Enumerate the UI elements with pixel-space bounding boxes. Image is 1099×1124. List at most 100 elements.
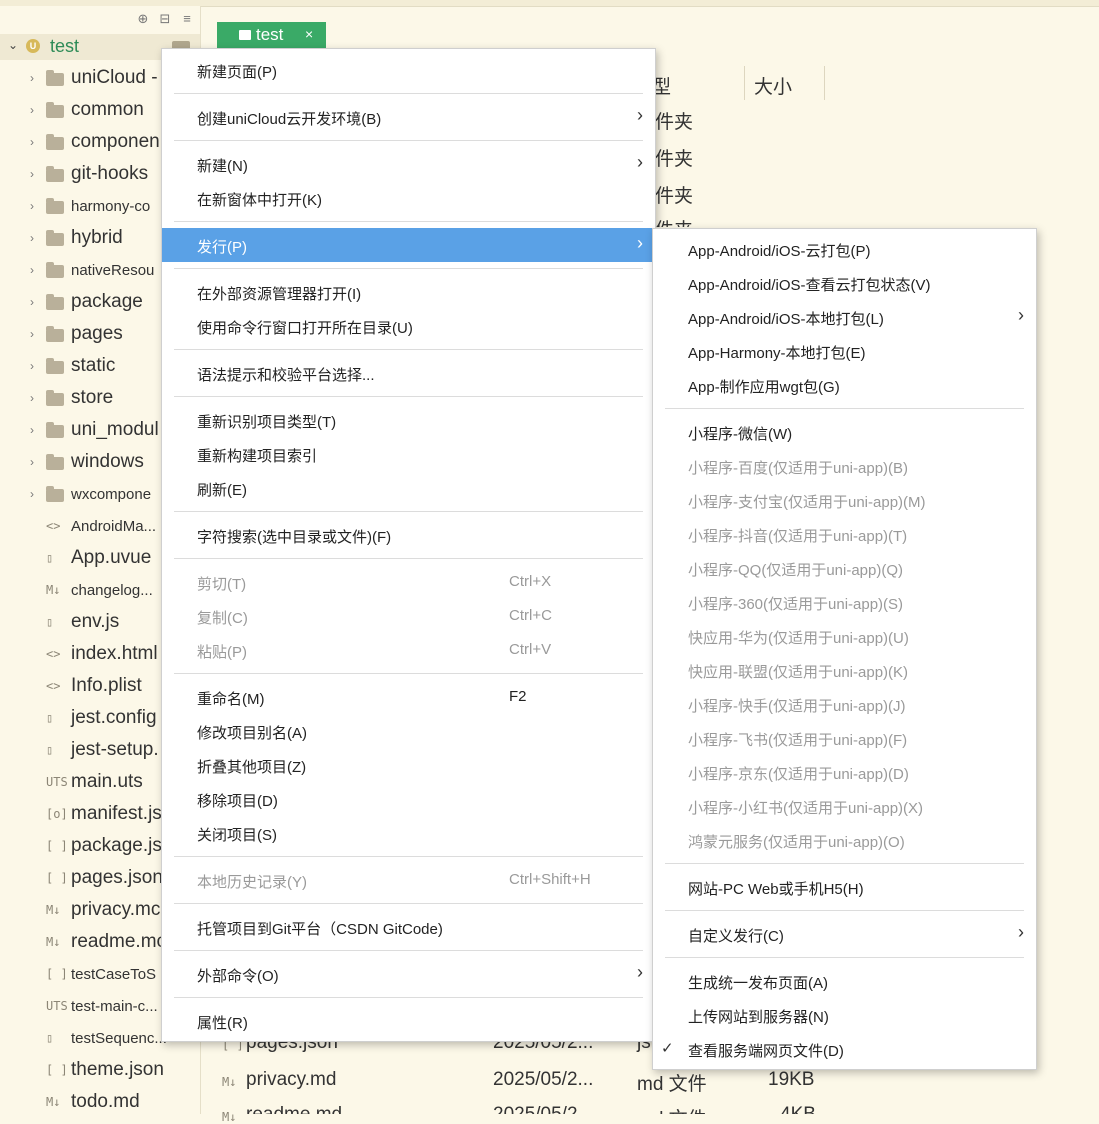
tab-test[interactable]: test × [217,22,326,48]
column-header-size[interactable]: 大小 [754,72,792,99]
chevron-down-icon[interactable]: ⌄ [8,38,18,52]
expand-all-icon[interactable]: ⊕ [136,11,150,29]
menu-item[interactable]: 新建(N) › [162,147,655,181]
file-icon: M↓ [46,935,61,949]
menu-separator [665,863,1024,864]
menu-item[interactable]: 小程序-京东(仅适用于uni-app)(D) [653,755,1036,789]
menu-separator [174,950,643,951]
menu-item[interactable]: 鸿蒙元服务(仅适用于uni-app)(O) [653,823,1036,857]
menu-icon[interactable]: ≡ [180,11,194,29]
chevron-right-icon[interactable]: › [30,71,34,85]
menu-item[interactable]: 粘贴(P) Ctrl+V [162,633,655,667]
menu-item-label: 修改项目别名(A) [197,725,307,742]
menu-item[interactable]: 关闭项目(S) [162,816,655,850]
menu-item[interactable]: 移除项目(D) [162,782,655,816]
menu-item[interactable]: 修改项目别名(A) [162,714,655,748]
menu-item[interactable]: 重新构建项目索引 [162,437,655,471]
chevron-right-icon[interactable]: › [30,135,34,149]
type-cell: 件夹 [655,149,694,170]
menu-item[interactable]: 托管项目到Git平台（CSDN GitCode) [162,910,655,944]
file-icon: ▯ [46,1031,54,1045]
chevron-right-icon[interactable]: › [30,327,34,341]
menu-item[interactable]: 小程序-快手(仅适用于uni-app)(J) [653,687,1036,721]
tree-file[interactable]: M↓ todo.md [0,1087,200,1114]
menu-item[interactable]: 本地历史记录(Y) Ctrl+Shift+H [162,863,655,897]
menu-item[interactable]: 在新窗体中打开(K) [162,181,655,215]
menu-item[interactable]: 属性(R) [162,1004,655,1038]
chevron-right-icon[interactable]: › [30,199,34,213]
menu-item-label: 查看服务端网页文件(D) [688,1043,844,1060]
menu-item-label: 本地历史记录(Y) [197,874,307,891]
menu-item[interactable]: App-Android/iOS-云打包(P) [653,232,1036,266]
menu-item-label: 语法提示和校验平台选择... [197,367,375,384]
menu-item[interactable]: 上传网站到服务器(N) [653,998,1036,1032]
chevron-right-icon[interactable]: › [30,295,34,309]
menu-separator [174,396,643,397]
menu-item-label: 关闭项目(S) [197,827,277,844]
menu-separator [665,408,1024,409]
menu-item[interactable]: 小程序-微信(W) [653,415,1036,449]
menu-item[interactable]: App-Harmony-本地打包(E) [653,334,1036,368]
menu-item[interactable]: 折叠其他项目(Z) [162,748,655,782]
menu-item[interactable]: 使用命令行窗口打开所在目录(U) [162,309,655,343]
menu-item[interactable]: 字符搜索(选中目录或文件)(F) [162,518,655,552]
menu-item[interactable]: 创建uniCloud云开发环境(B) › [162,100,655,134]
chevron-right-icon[interactable]: › [30,423,34,437]
menu-item[interactable]: 生成统一发布页面(A) [653,964,1036,998]
tree-file[interactable]: [ ] theme.json [0,1055,200,1087]
chevron-right-icon[interactable]: › [30,359,34,373]
menu-item[interactable]: 小程序-飞书(仅适用于uni-app)(F) [653,721,1036,755]
file-icon: <> [46,679,61,693]
menu-item[interactable]: 复制(C) Ctrl+C [162,599,655,633]
menu-item-label: 使用命令行窗口打开所在目录(U) [197,320,413,337]
menu-item[interactable]: 外部命令(O) › [162,957,655,991]
chevron-right-icon[interactable]: › [30,487,34,501]
menu-item[interactable]: App-制作应用wgt包(G) [653,368,1036,402]
menu-item-label: 重新识别项目类型(T) [197,414,337,431]
menu-item[interactable]: 自定义发行(C) › [653,917,1036,951]
menu-item[interactable]: 小程序-支付宝(仅适用于uni-app)(M) [653,483,1036,517]
file-name[interactable]: readme.md [246,1104,342,1114]
menu-item[interactable]: 小程序-360(仅适用于uni-app)(S) [653,585,1036,619]
folder-icon [46,326,64,342]
menu-item[interactable]: 语法提示和校验平台选择... [162,356,655,390]
menu-item-label: 小程序-飞书(仅适用于uni-app)(F) [688,732,908,749]
menu-item[interactable]: 小程序-QQ(仅适用于uni-app)(Q) [653,551,1036,585]
collapse-all-icon[interactable]: ⊟ [158,11,172,29]
menu-item-label: 重命名(M) [197,691,265,708]
menu-item[interactable]: App-Android/iOS-本地打包(L) › [653,300,1036,334]
menu-item-label: 创建uniCloud云开发环境(B) [197,111,382,128]
chevron-right-icon[interactable]: › [30,167,34,181]
file-name[interactable]: privacy.md [246,1069,336,1091]
chevron-right-icon[interactable]: › [30,103,34,117]
menu-item[interactable]: 刷新(E) [162,471,655,505]
menu-item[interactable]: 重新识别项目类型(T) [162,403,655,437]
close-icon[interactable]: × [305,26,313,42]
menu-item[interactable]: 剪切(T) Ctrl+X [162,565,655,599]
menu-item-label: 在外部资源管理器打开(I) [197,286,362,303]
menu-item[interactable]: 重命名(M) F2 [162,680,655,714]
menu-item[interactable]: 小程序-小红书(仅适用于uni-app)(X) [653,789,1036,823]
menu-item[interactable]: 小程序-百度(仅适用于uni-app)(B) [653,449,1036,483]
menu-item[interactable]: 发行(P) › [162,228,655,262]
menu-item[interactable]: ✓ 查看服务端网页文件(D) [653,1032,1036,1066]
chevron-right-icon[interactable]: › [30,231,34,245]
menu-item[interactable]: 快应用-华为(仅适用于uni-app)(U) [653,619,1036,653]
menu-item[interactable]: 小程序-抖音(仅适用于uni-app)(T) [653,517,1036,551]
tree-item-label: pages.json [71,867,163,888]
menu-item[interactable]: 在外部资源管理器打开(I) [162,275,655,309]
menu-separator [665,957,1024,958]
menu-item[interactable]: App-Android/iOS-查看云打包状态(V) [653,266,1036,300]
chevron-right-icon[interactable]: › [30,391,34,405]
menu-item-label: App-制作应用wgt包(G) [688,379,840,396]
menu-item[interactable]: 网站-PC Web或手机H5(H) [653,870,1036,904]
file-icon: <> [46,519,61,533]
chevron-right-icon[interactable]: › [30,455,34,469]
menu-item-label: 在新窗体中打开(K) [197,192,322,209]
tree-item-label: windows [71,451,144,472]
menu-item[interactable]: 新建页面(P) [162,53,655,87]
menu-item[interactable]: 快应用-联盟(仅适用于uni-app)(K) [653,653,1036,687]
chevron-right-icon[interactable]: › [30,263,34,277]
tree-toolbar: ⊕ ⊟ ≡ [136,11,194,29]
menu-item-label: 折叠其他项目(Z) [197,759,307,776]
